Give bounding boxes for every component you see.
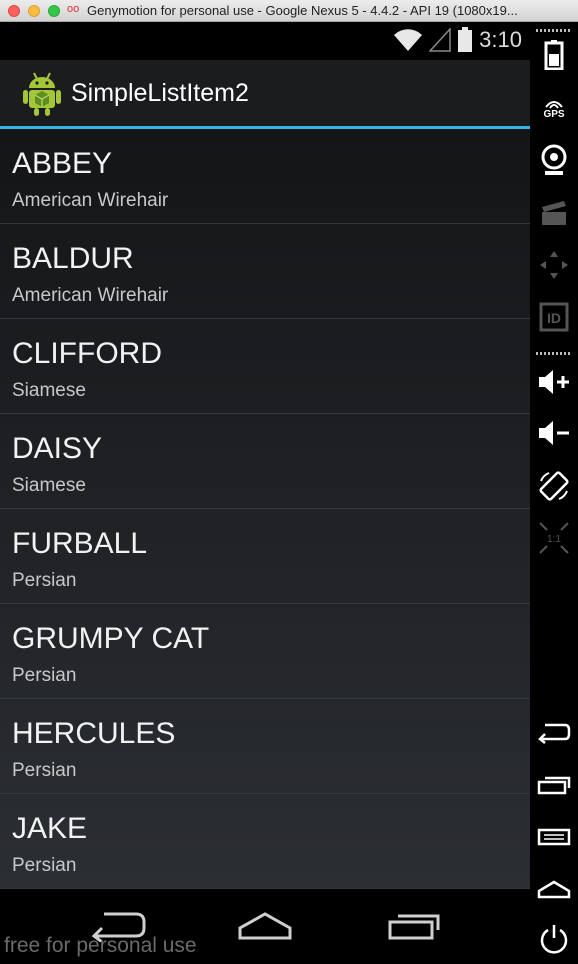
list-item-title: JAKE	[12, 812, 88, 845]
status-clock: 3:10	[479, 27, 522, 52]
list-item-subtitle: Persian	[12, 665, 77, 686]
power-button[interactable]	[530, 922, 578, 956]
list-item-title: FURBALL	[12, 527, 148, 560]
id-card-icon: ID	[539, 302, 569, 332]
status-bar: 3:10	[0, 22, 530, 60]
volume-up-icon	[539, 370, 569, 394]
cell-signal-icon	[429, 28, 451, 52]
list-item-title: GRUMPY CAT	[12, 622, 210, 655]
app-title: SimpleListItem2	[71, 79, 249, 107]
side-recent-apps-button[interactable]	[530, 770, 578, 800]
battery-icon	[458, 27, 473, 52]
recent-apps-button-icon[interactable]	[386, 908, 442, 942]
list-item[interactable]: HERCULES Persian	[0, 699, 530, 794]
list-item-title: HERCULES	[12, 717, 176, 750]
list-item-subtitle: Persian	[12, 855, 77, 876]
rotate-icon	[539, 471, 569, 501]
navigation-bar: free for personal use	[0, 890, 530, 964]
panel-grip-middle	[536, 352, 572, 355]
action-bar: SimpleListItem2	[0, 60, 530, 128]
power-icon	[540, 925, 568, 954]
list-item[interactable]: BALDUR American Wirehair	[0, 224, 530, 319]
clapperboard-icon	[542, 201, 566, 225]
device-screen: 3:10 SimpleListItem2 ABBEY American Wire…	[0, 22, 530, 964]
genymotion-side-panel: GPS ID 1:1	[530, 22, 578, 964]
battery-widget-icon	[544, 40, 564, 70]
side-menu-button[interactable]	[530, 822, 578, 852]
volume-up-button[interactable]	[530, 365, 578, 399]
home-button-icon[interactable]	[236, 908, 294, 942]
battery-widget-button[interactable]	[530, 38, 578, 72]
window-zoom-button[interactable]	[48, 5, 60, 17]
list-item[interactable]: JAKE Persian	[0, 794, 530, 889]
android-app-icon[interactable]	[22, 71, 62, 117]
list-item-title: CLIFFORD	[12, 337, 162, 370]
list-item-title: ABBEY	[12, 147, 113, 180]
list-item-subtitle: Persian	[12, 570, 77, 591]
window-minimize-button[interactable]	[28, 5, 40, 17]
wifi-icon	[394, 29, 423, 51]
window-close-button[interactable]	[8, 5, 20, 17]
list-item-title: DAISY	[12, 432, 103, 465]
list-item-subtitle: Siamese	[12, 380, 86, 401]
side-home-button[interactable]	[530, 874, 578, 904]
home-icon	[537, 880, 571, 899]
pixel-perfect-button[interactable]: 1:1	[530, 518, 578, 558]
scale-1-1-icon: 1:1	[539, 522, 569, 554]
list-item-subtitle: Siamese	[12, 475, 86, 496]
window-title: Genymotion for personal use - Google Nex…	[87, 3, 518, 18]
volume-down-button[interactable]	[530, 416, 578, 450]
list-item-title: BALDUR	[12, 242, 134, 275]
list-item-subtitle: American Wirehair	[12, 190, 169, 211]
rotate-screen-button[interactable]	[530, 468, 578, 504]
webcam-icon	[541, 144, 567, 175]
scale-label: 1:1	[547, 534, 561, 545]
recent-apps-icon	[537, 776, 571, 795]
window-titlebar: oo Genymotion for personal use - Google …	[0, 0, 578, 22]
list-item[interactable]: DAISY Siamese	[0, 414, 530, 509]
list-view[interactable]: ABBEY American Wirehair BALDUR American …	[0, 129, 530, 889]
menu-icon	[537, 828, 571, 846]
dpad-icon	[540, 251, 568, 279]
list-item[interactable]: CLIFFORD Siamese	[0, 319, 530, 414]
remote-control-widget-button[interactable]	[530, 248, 578, 282]
gps-signal-icon	[545, 100, 563, 109]
genymotion-logo-icon: oo	[67, 3, 80, 15]
screencast-widget-button[interactable]	[530, 196, 578, 230]
list-item[interactable]: GRUMPY CAT Persian	[0, 604, 530, 699]
side-back-button[interactable]	[530, 718, 578, 748]
device-id-widget-button[interactable]: ID	[530, 300, 578, 334]
back-icon	[538, 723, 571, 744]
watermark-text: free for personal use	[4, 934, 197, 957]
gps-widget-button[interactable]: GPS	[530, 88, 578, 128]
gps-label: GPS	[543, 108, 565, 120]
panel-grip-top	[536, 29, 572, 32]
list-item-subtitle: American Wirehair	[12, 285, 169, 306]
id-label: ID	[547, 310, 561, 326]
volume-down-icon	[539, 421, 569, 445]
list-item-subtitle: Persian	[12, 760, 77, 781]
list-item[interactable]: ABBEY American Wirehair	[0, 129, 530, 224]
camera-widget-button[interactable]	[530, 142, 578, 178]
list-item[interactable]: FURBALL Persian	[0, 509, 530, 604]
